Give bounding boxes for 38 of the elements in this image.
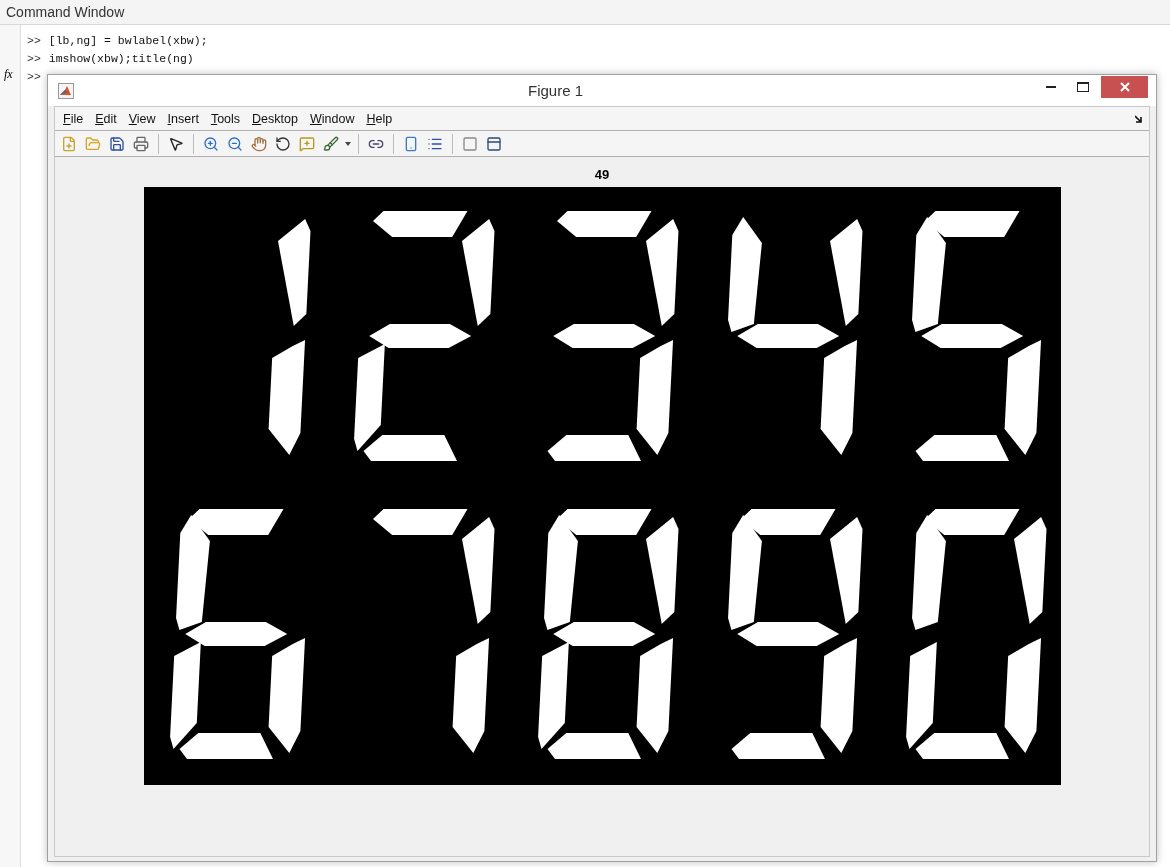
menu-item[interactable]: File — [57, 111, 90, 126]
menu-item[interactable]: Desktop — [246, 111, 304, 126]
menu-item[interactable]: Insert — [161, 111, 205, 126]
colorbar-icon — [403, 135, 419, 152]
maximize-icon — [1077, 81, 1089, 92]
menu-item[interactable]: View — [122, 111, 162, 126]
menu-item[interactable]: Help — [360, 111, 399, 126]
window-title: Figure 1 — [527, 82, 584, 99]
zoom-in-icon — [203, 135, 219, 152]
pointer-icon — [168, 135, 184, 152]
data-cursor-icon — [299, 135, 315, 152]
function-browser-button[interactable]: fx — [4, 67, 13, 82]
zoom-out-icon — [227, 135, 243, 152]
print-icon — [133, 135, 149, 152]
close-icon — [1119, 81, 1130, 92]
menu-item[interactable]: Window — [303, 111, 361, 126]
command-line: [lb,ng] = bwlabel(xbw); — [48, 33, 208, 47]
close-button[interactable] — [1101, 75, 1148, 98]
panel-icon — [486, 135, 502, 152]
menu-item[interactable]: Tools — [204, 111, 247, 126]
dropdown-caret-icon — [345, 141, 351, 146]
hand-icon — [251, 135, 267, 152]
new-file-icon — [61, 135, 77, 152]
minimize-icon — [1046, 85, 1056, 88]
command-prompt: >> — [27, 51, 41, 65]
rotate-icon — [275, 135, 291, 152]
panel-title: Command Window — [0, 0, 1170, 25]
command-prompt: >> — [27, 69, 41, 83]
square-icon — [462, 135, 478, 152]
brush-icon — [323, 135, 339, 152]
save-icon — [109, 135, 125, 152]
command-prompt: >> — [27, 33, 41, 47]
menu-item[interactable]: Edit — [89, 111, 123, 126]
dock-arrow-icon — [1135, 115, 1143, 123]
open-folder-icon — [85, 135, 101, 152]
axes-title: 49 — [594, 167, 610, 184]
app-logo-icon — [58, 82, 74, 99]
command-line: imshow(xbw);title(ng) — [48, 51, 194, 65]
